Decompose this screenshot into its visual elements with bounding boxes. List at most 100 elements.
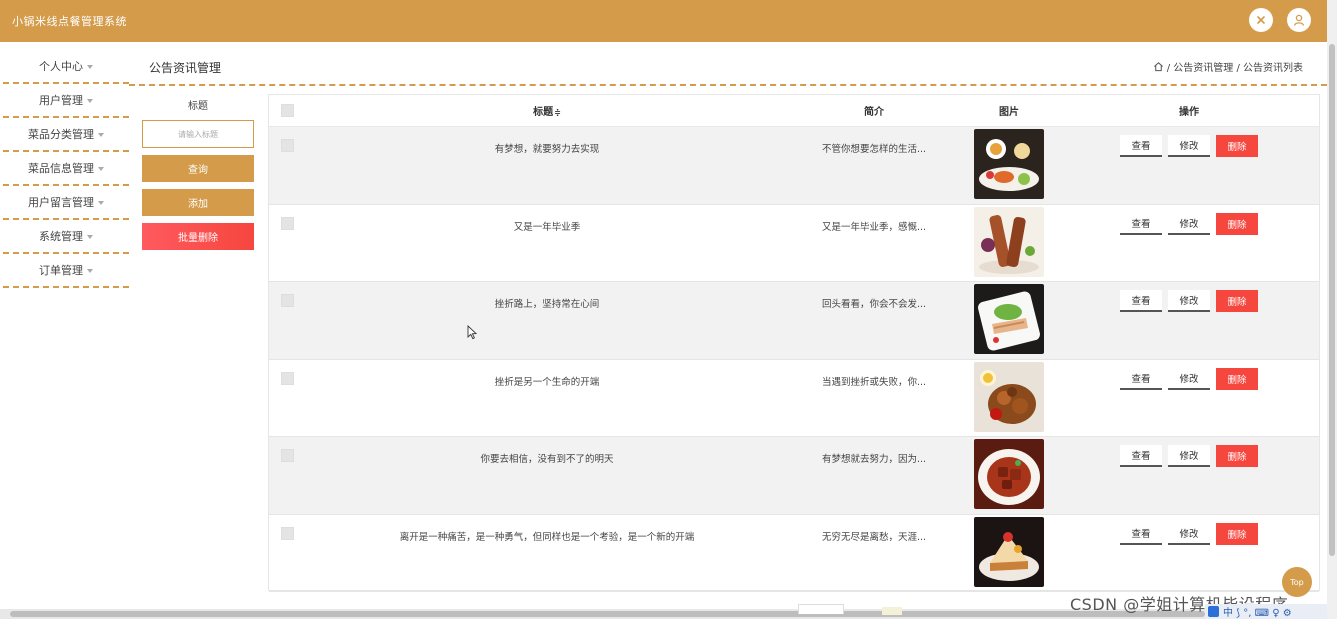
row-checkbox[interactable] xyxy=(280,139,294,152)
sidebar-item-user-management[interactable]: 用户管理 xyxy=(3,84,129,118)
close-circle-icon[interactable] xyxy=(1249,8,1273,32)
view-button[interactable]: 查看 xyxy=(1120,522,1162,545)
select-all-checkbox[interactable] xyxy=(280,104,294,117)
column-header-title[interactable]: 标题≑ xyxy=(305,103,789,118)
table-row: 你要去相信，没有到不了的明天 有梦想就去努力，因为... 查看 修改 删除 xyxy=(269,437,1319,515)
row-title: 挫折是另一个生命的开端 xyxy=(494,376,600,388)
pagination-item[interactable] xyxy=(882,607,902,615)
app-title: 小锅米线点餐管理系统 xyxy=(12,15,127,28)
mouse-cursor-icon xyxy=(467,325,477,340)
column-header-image: 图片 xyxy=(999,107,1019,118)
sidebar: 个人中心 用户管理 菜品分类管理 菜品信息管理 用户留言管理 系统管理 订单管理 xyxy=(3,50,129,288)
add-button[interactable]: 添加 xyxy=(142,189,254,216)
page-header: 公告资讯管理 / 公告资讯管理 / 公告资讯列表 xyxy=(129,50,1327,86)
top-bar: 小锅米线点餐管理系统 xyxy=(0,0,1327,42)
breadcrumb: / 公告资讯管理 / 公告资讯列表 xyxy=(1153,59,1303,74)
view-button[interactable]: 查看 xyxy=(1120,290,1162,312)
row-intro: 当遇到挫折或失败，你... xyxy=(821,376,927,388)
sidebar-item-label: 系统管理 xyxy=(39,230,83,243)
sort-icon[interactable]: ≑ xyxy=(554,108,561,117)
sidebar-item-user-messages[interactable]: 用户留言管理 xyxy=(3,186,129,220)
vertical-scrollbar[interactable] xyxy=(1327,0,1337,619)
view-button[interactable]: 查看 xyxy=(1120,367,1162,390)
sidebar-item-label: 菜品分类管理 xyxy=(28,128,94,141)
sidebar-item-dish-category[interactable]: 菜品分类管理 xyxy=(3,118,129,152)
batch-delete-button[interactable]: 批量删除 xyxy=(142,223,254,250)
edit-button[interactable]: 修改 xyxy=(1168,135,1210,157)
sidebar-item-label: 菜品信息管理 xyxy=(28,162,94,175)
ime-text: 中 ⟆ °, ⌨ ♀ ⚙ xyxy=(1223,608,1292,619)
table-header: 标题≑ 简介 图片 操作 xyxy=(269,95,1319,127)
sidebar-item-label: 用户管理 xyxy=(39,94,83,107)
edit-button[interactable]: 修改 xyxy=(1168,212,1210,235)
row-checkbox[interactable] xyxy=(280,526,294,540)
table-row: 又是一年毕业季 又是一年毕业季，感慨... 查看 修改 删除 xyxy=(269,205,1319,282)
view-button[interactable]: 查看 xyxy=(1120,212,1162,235)
sidebar-item-orders[interactable]: 订单管理 xyxy=(3,254,129,288)
row-title: 你要去相信，没有到不了的明天 xyxy=(480,454,614,465)
food-image[interactable] xyxy=(974,284,1044,354)
table-row: 挫折是另一个生命的开端 当遇到挫折或失败，你... 查看 修改 删除 xyxy=(269,360,1319,437)
edit-button[interactable]: 修改 xyxy=(1168,445,1210,467)
food-image[interactable] xyxy=(974,206,1044,277)
sidebar-item-label: 个人中心 xyxy=(39,60,83,73)
table-row: 有梦想，就要努力去实现 不管你想要怎样的生活... 查看 修改 删除 xyxy=(269,127,1319,205)
row-checkbox[interactable] xyxy=(280,294,294,307)
table-body: 有梦想，就要努力去实现 不管你想要怎样的生活... 查看 修改 删除 又是一年毕业季 又是一… xyxy=(269,127,1319,592)
row-checkbox[interactable] xyxy=(280,216,294,230)
row-intro: 回头看看，你会不会发... xyxy=(821,299,927,310)
row-title: 有梦想，就要努力去实现 xyxy=(494,144,600,155)
delete-button[interactable]: 删除 xyxy=(1216,522,1258,545)
sidebar-item-personal-center[interactable]: 个人中心 xyxy=(3,50,129,84)
food-image[interactable] xyxy=(974,439,1044,509)
row-title: 挫折路上，坚持常在心间 xyxy=(494,299,600,310)
delete-button[interactable]: 删除 xyxy=(1216,367,1258,390)
ime-logo-icon xyxy=(1208,606,1219,617)
sidebar-item-label: 订单管理 xyxy=(39,264,83,277)
sidebar-item-system[interactable]: 系统管理 xyxy=(3,220,129,254)
row-intro: 不管你想要怎样的生活... xyxy=(821,144,927,155)
row-title: 又是一年毕业季 xyxy=(513,221,581,233)
view-button[interactable]: 查看 xyxy=(1120,445,1162,467)
breadcrumb-text[interactable]: / 公告资讯管理 / 公告资讯列表 xyxy=(1167,59,1303,74)
column-header-intro: 简介 xyxy=(864,107,884,118)
title-filter-label: 标题 xyxy=(188,101,208,112)
edit-button[interactable]: 修改 xyxy=(1168,367,1210,390)
delete-button[interactable]: 删除 xyxy=(1216,135,1258,157)
query-button[interactable]: 查询 xyxy=(142,155,254,182)
column-header-ops: 操作 xyxy=(1179,107,1199,118)
row-checkbox[interactable] xyxy=(280,449,294,462)
table-row: 挫折路上，坚持常在心间 回头看看，你会不会发... 查看 修改 删除 xyxy=(269,282,1319,360)
delete-button[interactable]: 删除 xyxy=(1216,290,1258,312)
pagination[interactable] xyxy=(798,604,844,614)
scrollbar-thumb[interactable] xyxy=(10,611,1205,617)
delete-button[interactable]: 删除 xyxy=(1216,212,1258,235)
sidebar-item-label: 用户留言管理 xyxy=(28,196,94,209)
food-image[interactable] xyxy=(974,361,1044,432)
chevron-down-icon xyxy=(98,133,104,137)
chevron-down-icon xyxy=(87,235,93,239)
row-title: 离开是一种痛苦，是一种勇气，但同样也是一个考验，是一个新的开端 xyxy=(399,531,695,543)
view-button[interactable]: 查看 xyxy=(1120,135,1162,157)
title-search-input[interactable] xyxy=(142,120,254,148)
chevron-down-icon xyxy=(98,167,104,171)
user-icon[interactable] xyxy=(1287,8,1311,32)
row-checkbox[interactable] xyxy=(280,371,294,385)
row-intro: 有梦想就去努力，因为... xyxy=(821,454,927,465)
edit-button[interactable]: 修改 xyxy=(1168,522,1210,545)
chevron-down-icon xyxy=(87,269,93,273)
food-image[interactable] xyxy=(974,516,1044,587)
chevron-down-icon xyxy=(87,99,93,103)
home-icon[interactable] xyxy=(1153,61,1164,72)
table-row: 离开是一种痛苦，是一种勇气，但同样也是一个考验，是一个新的开端 无穷无尽是离愁，天… xyxy=(269,515,1319,592)
row-intro: 又是一年毕业季，感慨... xyxy=(821,221,927,233)
delete-button[interactable]: 删除 xyxy=(1216,445,1258,467)
chevron-down-icon xyxy=(87,65,93,69)
scrollbar-thumb[interactable] xyxy=(1329,44,1335,556)
sidebar-item-dish-info[interactable]: 菜品信息管理 xyxy=(3,152,129,186)
page-title: 公告资讯管理 xyxy=(149,61,222,75)
row-intro: 无穷无尽是离愁，天涯... xyxy=(821,531,927,543)
edit-button[interactable]: 修改 xyxy=(1168,290,1210,312)
ime-toolbar[interactable]: 中 ⟆ °, ⌨ ♀ ⚙ xyxy=(1205,604,1327,619)
food-image[interactable] xyxy=(974,129,1044,199)
